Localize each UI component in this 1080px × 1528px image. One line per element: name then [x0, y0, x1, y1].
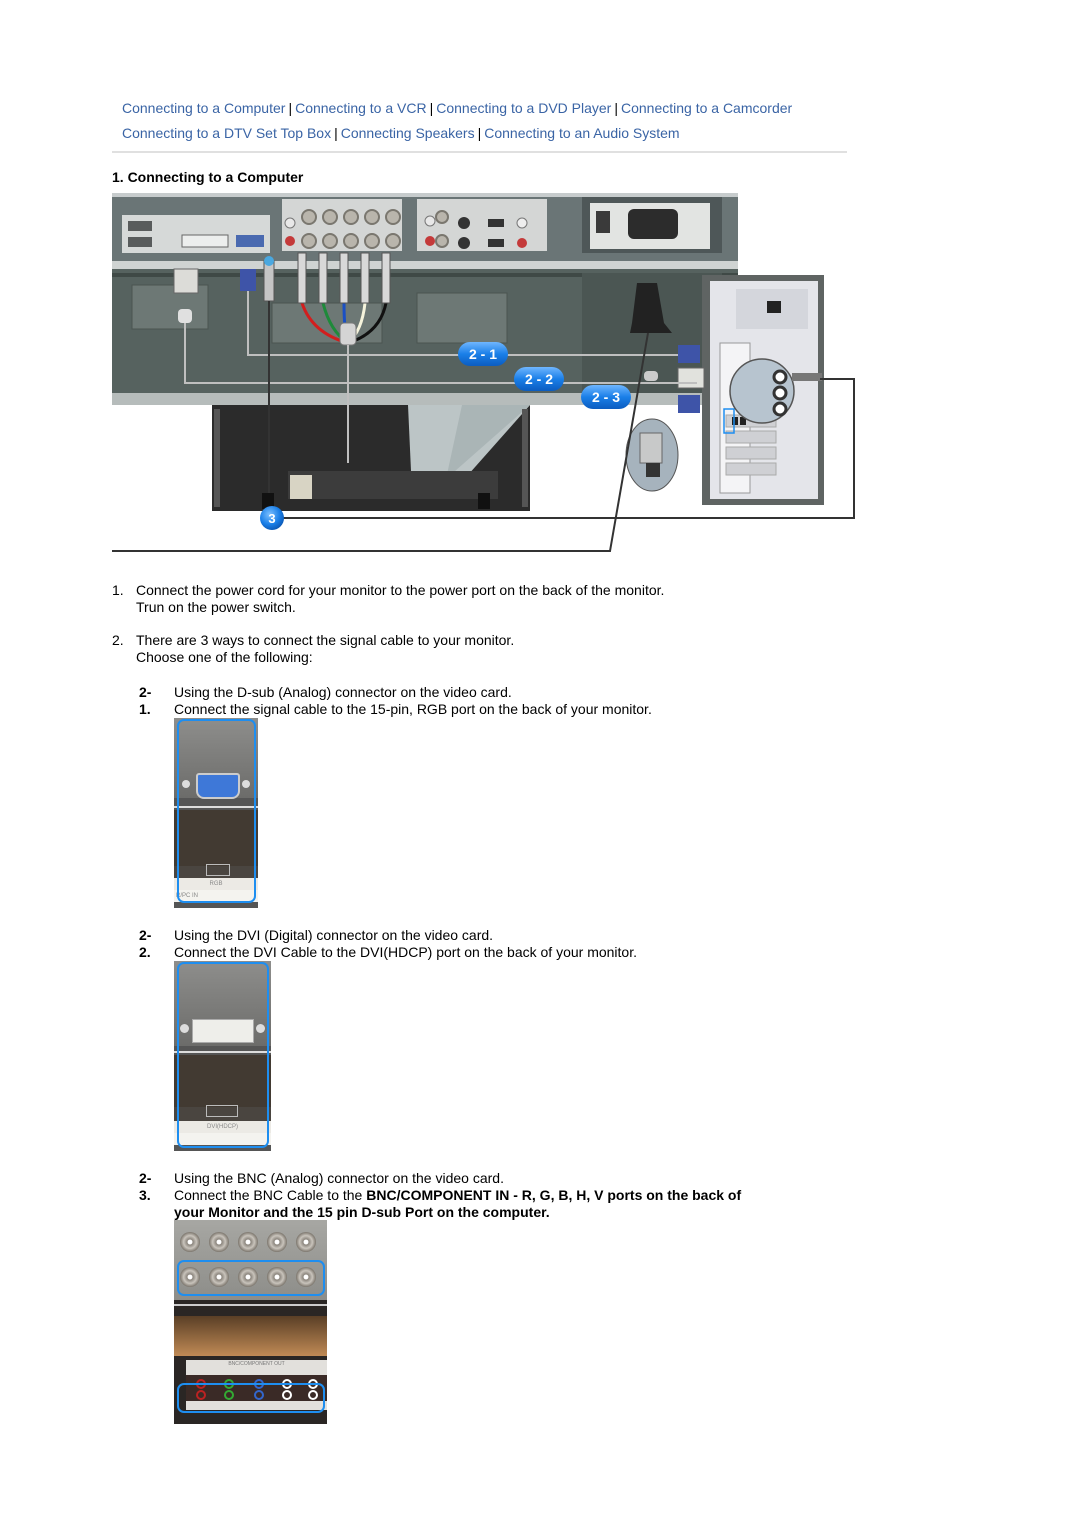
monitor-back: [212, 405, 530, 511]
nav-row-1: Connecting to a Computer | Connecting to a…: [122, 96, 852, 121]
highlight-frame: [177, 1383, 325, 1413]
highlight-frame: [177, 962, 269, 1148]
callout-2-1: 2 - 1: [458, 342, 508, 366]
step-number: 2.: [112, 632, 124, 648]
step-text: Trun on the power switch.: [136, 599, 296, 615]
nav-link-dvd-player[interactable]: Connecting to a DVD Player: [436, 100, 611, 116]
nav-link-dtv-set-top-box[interactable]: Connecting to a DTV Set Top Box: [122, 125, 331, 141]
nav-link-computer[interactable]: Connecting to a Computer: [122, 100, 285, 116]
callout-3: 3: [260, 506, 284, 530]
nav-separator: |: [429, 100, 434, 116]
nav-separator: |: [614, 100, 618, 116]
callout-label: 3: [268, 511, 275, 526]
power-plug-detail: [625, 418, 679, 492]
substep-number: 2-3.: [139, 1170, 152, 1203]
nav-link-speakers[interactable]: Connecting Speakers: [341, 125, 475, 141]
nav-row-2: Connecting to a DTV Set Top Box | Connecti…: [122, 121, 852, 146]
substep-text: Connect the signal cable to the 15-pin, …: [174, 701, 652, 717]
substep-text: your Monitor and the 15 pin D-sub Port o…: [174, 1204, 741, 1221]
substep-text-bold: BNC/COMPONENT IN - R, G, B, H, V ports o…: [366, 1187, 742, 1203]
step-text: Connect the power cord for your monitor …: [136, 582, 665, 598]
section-title: 1. Connecting to a Computer: [112, 169, 304, 185]
port-label: BNC/COMPONENT OUT: [228, 1361, 285, 1367]
callout-label: 2 - 1: [469, 346, 497, 362]
step-text: Choose one of the following:: [136, 649, 313, 665]
callout-2-2: 2 - 2: [514, 367, 564, 391]
nav-link-audio-system[interactable]: Connecting to an Audio System: [484, 125, 679, 141]
step-number: 1.: [112, 582, 124, 598]
substep-text-plain: Connect the BNC Cable to the: [174, 1187, 367, 1203]
step-text: There are 3 ways to connect the signal c…: [136, 632, 515, 648]
horizontal-divider: [112, 151, 847, 153]
substep-text: Using the BNC (Analog) connector on the …: [174, 1170, 504, 1186]
substep-text: Connect the BNC Cable to the BNC/COMPONE…: [174, 1187, 741, 1204]
nav-separator: |: [477, 125, 482, 141]
highlight-frame: [177, 719, 256, 903]
callout-2-3: 2 - 3: [581, 385, 631, 409]
nav-separator: |: [334, 125, 338, 141]
dvi-port-photo: DVI(HDCP): [174, 961, 271, 1151]
nav-link-vcr[interactable]: Connecting to a VCR: [295, 100, 427, 116]
section-nav: Connecting to a Computer | Connecting to a…: [122, 96, 852, 146]
highlight-frame: [177, 1260, 325, 1296]
callout-label: 2 - 2: [525, 371, 553, 387]
connection-diagram: 2 - 1 2 - 2 2 - 3 3: [112, 193, 857, 555]
substep-text-bold: your Monitor and the 15 pin D-sub Port o…: [174, 1204, 550, 1220]
pc-tower: [702, 275, 824, 505]
bnc-port-photo: BNC/COMPONENT OUT: [174, 1220, 327, 1424]
rgb-port-photo: RGB R/PC IN: [174, 718, 258, 908]
substep-text: Using the DVI (Digital) connector on the…: [174, 927, 494, 943]
substep-number: 2-2.: [139, 927, 152, 960]
substep-number: 2-1.: [139, 684, 152, 717]
nav-separator: |: [288, 100, 293, 116]
substep-text: Using the D-sub (Analog) connector on th…: [174, 684, 512, 700]
callout-label: 2 - 3: [592, 389, 620, 405]
substep-text: Connect the DVI Cable to the DVI(HDCP) p…: [174, 944, 637, 960]
nav-link-camcorder[interactable]: Connecting to a Camcorder: [621, 100, 792, 116]
